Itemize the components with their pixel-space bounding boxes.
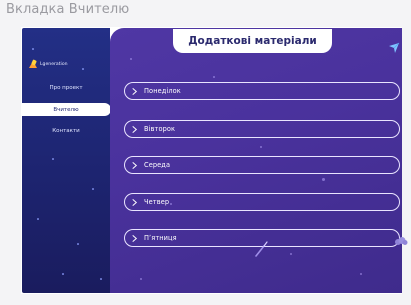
chevron-right-icon [132,234,138,242]
day-item-monday[interactable]: Понеділок [124,82,400,100]
page-caption: Вкладка Вчителю [6,2,130,17]
logo[interactable]: Lgeneration [29,60,68,68]
star-decoration [37,218,39,220]
star-decoration [322,178,325,181]
day-item-tuesday[interactable]: Вівторок [124,120,400,138]
chevron-right-icon [132,161,138,169]
chevron-right-icon [132,87,138,95]
star-decoration [360,273,362,275]
day-label: Пʼятниця [144,234,177,242]
star-decoration [92,188,94,190]
star-decoration [213,76,215,78]
sidebar-item-contacts[interactable]: Контакти [22,124,110,137]
generation-logo-icon [29,60,37,68]
day-label: Понеділок [144,87,181,95]
star-decoration [77,243,79,245]
rocket-icon [255,241,268,257]
chevron-right-icon [132,198,138,206]
star-decoration [130,58,132,60]
day-label: Середа [144,161,171,169]
star-decoration [82,68,84,70]
cloud-icon [395,237,408,245]
star-decoration [32,48,34,50]
day-item-wednesday[interactable]: Середа [124,156,400,174]
star-decoration [290,253,292,255]
paper-plane-icon[interactable] [388,42,400,54]
sidebar-item-teacher[interactable]: Вчителю [21,103,111,116]
star-decoration [52,158,54,160]
day-label: Вівторок [144,125,176,133]
star-decoration [140,278,142,280]
chevron-right-icon [132,125,138,133]
day-item-thursday[interactable]: Четвер [124,193,400,211]
star-decoration [62,273,64,275]
star-decoration [260,146,262,148]
sidebar-item-about[interactable]: Про проект [22,81,110,94]
day-label: Четвер [144,198,170,206]
page-title: Додаткові матеріали [173,29,332,53]
logo-text: Lgeneration [40,61,68,67]
star-decoration [100,278,102,280]
